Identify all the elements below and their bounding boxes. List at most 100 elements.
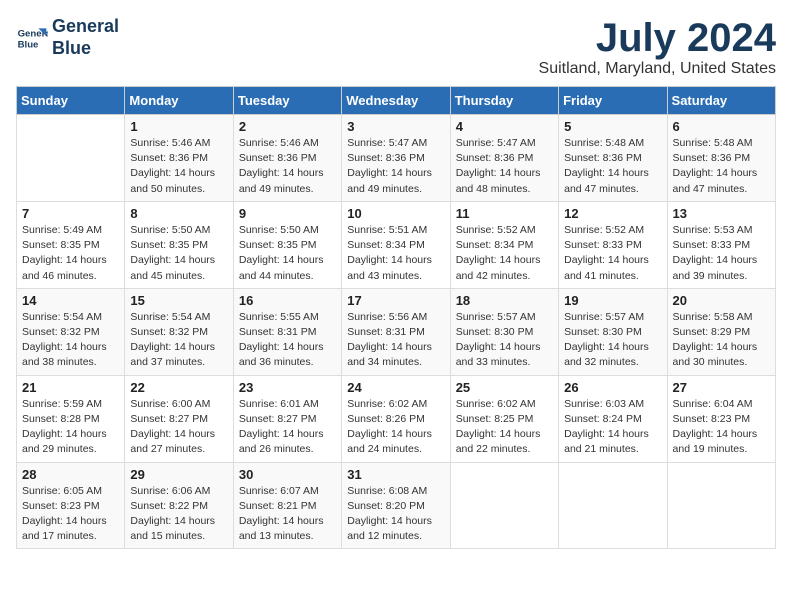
calendar-cell: 24Sunrise: 6:02 AMSunset: 8:26 PMDayligh… <box>342 375 450 462</box>
calendar-cell: 9Sunrise: 5:50 AMSunset: 8:35 PMDaylight… <box>233 201 341 288</box>
header-cell-friday: Friday <box>559 87 667 115</box>
calendar-cell: 19Sunrise: 5:57 AMSunset: 8:30 PMDayligh… <box>559 288 667 375</box>
calendar-cell: 3 Sunrise: 5:47 AMSunset: 8:36 PMDaylight… <box>342 115 450 202</box>
day-number: 22 <box>130 380 227 395</box>
day-content: Sunrise: 5:59 AMSunset: 8:28 PMDaylight:… <box>22 397 119 458</box>
day-content: Sunrise: 5:48 AMSunset: 8:36 PMDaylight:… <box>564 136 661 197</box>
header-cell-saturday: Saturday <box>667 87 775 115</box>
day-content: Sunrise: 6:07 AMSunset: 8:21 PMDaylight:… <box>239 484 336 545</box>
day-number: 10 <box>347 206 444 221</box>
day-number: 30 <box>239 467 336 482</box>
header-cell-thursday: Thursday <box>450 87 558 115</box>
day-content: Sunrise: 6:06 AMSunset: 8:22 PMDaylight:… <box>130 484 227 545</box>
day-number: 31 <box>347 467 444 482</box>
day-number: 11 <box>456 206 553 221</box>
header-cell-wednesday: Wednesday <box>342 87 450 115</box>
calendar-cell: 22 Sunrise: 6:00 AMSunset: 8:27 PMDayligh… <box>125 375 233 462</box>
calendar-cell: 14Sunrise: 5:54 AMSunset: 8:32 PMDayligh… <box>17 288 125 375</box>
calendar-header: SundayMondayTuesdayWednesdayThursdayFrid… <box>17 87 776 115</box>
calendar-cell: 27 Sunrise: 6:04 AMSunset: 8:23 PMDayligh… <box>667 375 775 462</box>
day-number: 12 <box>564 206 661 221</box>
day-number: 26 <box>564 380 661 395</box>
calendar-cell: 13 Sunrise: 5:53 AMSunset: 8:33 PMDayligh… <box>667 201 775 288</box>
day-number: 16 <box>239 293 336 308</box>
day-number: 15 <box>130 293 227 308</box>
day-content: Sunrise: 6:02 AMSunset: 8:25 PMDaylight:… <box>456 397 553 458</box>
day-number: 3 <box>347 119 444 134</box>
day-content: Sunrise: 5:49 AMSunset: 8:35 PMDaylight:… <box>22 223 119 284</box>
calendar-cell: 18 Sunrise: 5:57 AMSunset: 8:30 PMDayligh… <box>450 288 558 375</box>
day-content: Sunrise: 6:08 AMSunset: 8:20 PMDaylight:… <box>347 484 444 545</box>
calendar-cell: 16Sunrise: 5:55 AMSunset: 8:31 PMDayligh… <box>233 288 341 375</box>
calendar-cell <box>17 115 125 202</box>
day-number: 29 <box>130 467 227 482</box>
day-number: 21 <box>22 380 119 395</box>
day-number: 7 <box>22 206 119 221</box>
day-number: 20 <box>673 293 770 308</box>
day-content: Sunrise: 5:57 AMSunset: 8:30 PMDaylight:… <box>456 310 553 371</box>
logo-icon: General Blue <box>16 22 48 54</box>
day-content: Sunrise: 5:50 AMSunset: 8:35 PMDaylight:… <box>239 223 336 284</box>
day-content: Sunrise: 6:05 AMSunset: 8:23 PMDaylight:… <box>22 484 119 545</box>
day-content: Sunrise: 5:52 AMSunset: 8:33 PMDaylight:… <box>564 223 661 284</box>
calendar-cell: 30 Sunrise: 6:07 AMSunset: 8:21 PMDayligh… <box>233 462 341 549</box>
calendar-cell: 6Sunrise: 5:48 AMSunset: 8:36 PMDaylight… <box>667 115 775 202</box>
day-content: Sunrise: 5:47 AMSunset: 8:36 PMDaylight:… <box>456 136 553 197</box>
day-number: 27 <box>673 380 770 395</box>
day-number: 28 <box>22 467 119 482</box>
day-content: Sunrise: 5:48 AMSunset: 8:36 PMDaylight:… <box>673 136 770 197</box>
day-content: Sunrise: 6:00 AMSunset: 8:27 PMDaylight:… <box>130 397 227 458</box>
day-content: Sunrise: 6:02 AMSunset: 8:26 PMDaylight:… <box>347 397 444 458</box>
calendar-cell: 12 Sunrise: 5:52 AMSunset: 8:33 PMDayligh… <box>559 201 667 288</box>
calendar-cell: 2Sunrise: 5:46 AMSunset: 8:36 PMDaylight… <box>233 115 341 202</box>
week-row-3: 14Sunrise: 5:54 AMSunset: 8:32 PMDayligh… <box>17 288 776 375</box>
day-number: 23 <box>239 380 336 395</box>
header-cell-sunday: Sunday <box>17 87 125 115</box>
day-content: Sunrise: 5:58 AMSunset: 8:29 PMDaylight:… <box>673 310 770 371</box>
calendar-cell: 20 Sunrise: 5:58 AMSunset: 8:29 PMDayligh… <box>667 288 775 375</box>
day-number: 13 <box>673 206 770 221</box>
week-row-1: 1 Sunrise: 5:46 AMSunset: 8:36 PMDaylight… <box>17 115 776 202</box>
calendar-cell: 15Sunrise: 5:54 AMSunset: 8:32 PMDayligh… <box>125 288 233 375</box>
day-content: Sunrise: 6:03 AMSunset: 8:24 PMDaylight:… <box>564 397 661 458</box>
week-row-5: 28 Sunrise: 6:05 AMSunset: 8:23 PMDayligh… <box>17 462 776 549</box>
day-content: Sunrise: 5:46 AMSunset: 8:36 PMDaylight:… <box>130 136 227 197</box>
calendar-cell: 28 Sunrise: 6:05 AMSunset: 8:23 PMDayligh… <box>17 462 125 549</box>
day-number: 18 <box>456 293 553 308</box>
calendar-body: 1 Sunrise: 5:46 AMSunset: 8:36 PMDaylight… <box>17 115 776 549</box>
header-cell-tuesday: Tuesday <box>233 87 341 115</box>
calendar-cell: 1 Sunrise: 5:46 AMSunset: 8:36 PMDaylight… <box>125 115 233 202</box>
day-content: Sunrise: 6:04 AMSunset: 8:23 PMDaylight:… <box>673 397 770 458</box>
location-text: Suitland, Maryland, United States <box>539 60 776 78</box>
day-content: Sunrise: 5:53 AMSunset: 8:33 PMDaylight:… <box>673 223 770 284</box>
week-row-2: 7 Sunrise: 5:49 AMSunset: 8:35 PMDaylight… <box>17 201 776 288</box>
header-row: SundayMondayTuesdayWednesdayThursdayFrid… <box>17 87 776 115</box>
calendar-cell: 29 Sunrise: 6:06 AMSunset: 8:22 PMDayligh… <box>125 462 233 549</box>
day-content: Sunrise: 5:57 AMSunset: 8:30 PMDaylight:… <box>564 310 661 371</box>
day-content: Sunrise: 5:51 AMSunset: 8:34 PMDaylight:… <box>347 223 444 284</box>
calendar-cell: 10 Sunrise: 5:51 AMSunset: 8:34 PMDayligh… <box>342 201 450 288</box>
title-block: July 2024 Suitland, Maryland, United Sta… <box>539 16 776 78</box>
calendar-cell <box>450 462 558 549</box>
day-content: Sunrise: 5:52 AMSunset: 8:34 PMDaylight:… <box>456 223 553 284</box>
calendar-cell: 4 Sunrise: 5:47 AMSunset: 8:36 PMDaylight… <box>450 115 558 202</box>
calendar-cell: 26 Sunrise: 6:03 AMSunset: 8:24 PMDayligh… <box>559 375 667 462</box>
day-number: 4 <box>456 119 553 134</box>
calendar-cell: 8Sunrise: 5:50 AMSunset: 8:35 PMDaylight… <box>125 201 233 288</box>
day-number: 1 <box>130 119 227 134</box>
day-content: Sunrise: 5:47 AMSunset: 8:36 PMDaylight:… <box>347 136 444 197</box>
day-content: Sunrise: 6:01 AMSunset: 8:27 PMDaylight:… <box>239 397 336 458</box>
day-number: 17 <box>347 293 444 308</box>
logo: General Blue General Blue <box>16 16 119 59</box>
calendar-cell <box>559 462 667 549</box>
day-number: 2 <box>239 119 336 134</box>
day-number: 8 <box>130 206 227 221</box>
month-title: July 2024 <box>539 16 776 60</box>
page-header: General Blue General Blue July 2024 Suit… <box>16 16 776 78</box>
week-row-4: 21 Sunrise: 5:59 AMSunset: 8:28 PMDayligh… <box>17 375 776 462</box>
day-content: Sunrise: 5:54 AMSunset: 8:32 PMDaylight:… <box>22 310 119 371</box>
day-content: Sunrise: 5:56 AMSunset: 8:31 PMDaylight:… <box>347 310 444 371</box>
calendar-cell: 25Sunrise: 6:02 AMSunset: 8:25 PMDayligh… <box>450 375 558 462</box>
calendar-cell: 11 Sunrise: 5:52 AMSunset: 8:34 PMDayligh… <box>450 201 558 288</box>
calendar-table: SundayMondayTuesdayWednesdayThursdayFrid… <box>16 86 776 549</box>
